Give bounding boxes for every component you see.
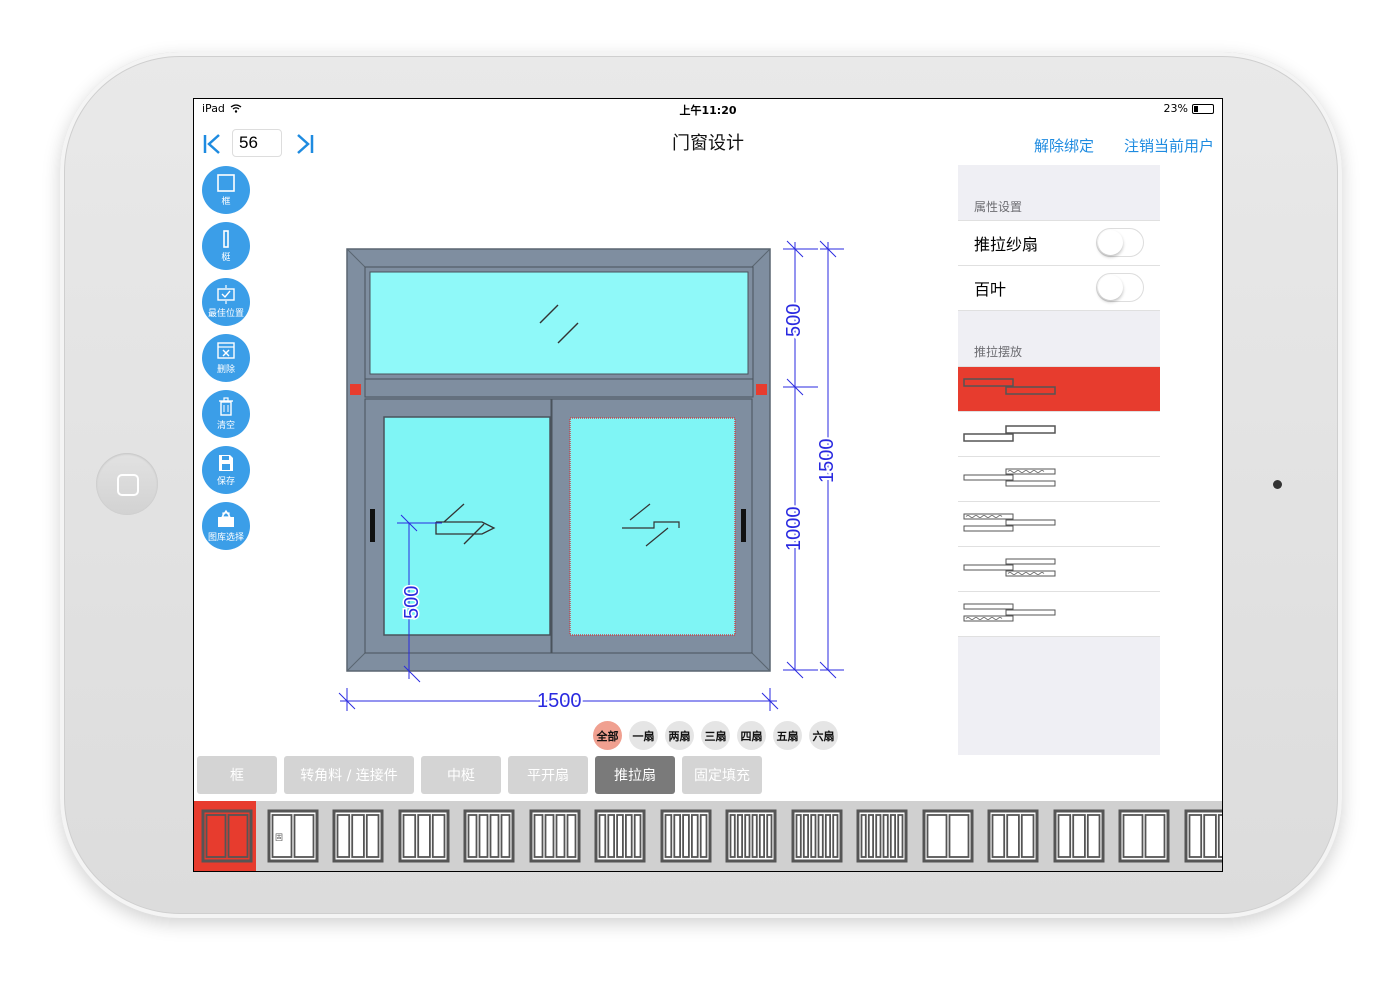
toggle-label-screen: 推拉纱扇 — [974, 235, 1039, 254]
trash-icon — [219, 397, 233, 416]
tab-frame[interactable]: 框 — [197, 756, 277, 794]
tab-fixed-fill[interactable]: 固定填充 — [682, 756, 762, 794]
tool-column: 框 梃 最佳位置 删除 清空 保存 图库选择 — [202, 166, 250, 558]
right-sash-handle[interactable] — [741, 509, 746, 542]
template-thumbnail[interactable]: 固 — [267, 807, 319, 865]
dimension-total-height[interactable]: 1500 — [814, 437, 840, 486]
layout-screen-bottom-right-icon — [963, 558, 1056, 577]
template-thumbnail[interactable] — [1118, 807, 1170, 865]
battery-icon — [1192, 103, 1214, 114]
chip-five[interactable]: 五扇 — [773, 721, 802, 750]
category-tabs: 框 转角料 / 连接件 中梃 平开扇 推拉扇 固定填充 — [197, 756, 762, 794]
chip-one[interactable]: 一扇 — [629, 721, 658, 750]
fixed-label: 固 — [275, 833, 283, 842]
template-thumbnail[interactable] — [922, 807, 974, 865]
template-thumbnail[interactable] — [1184, 807, 1224, 865]
layout-screen-right-icon — [963, 468, 1056, 487]
chip-two[interactable]: 两扇 — [665, 721, 694, 750]
best-position-icon — [217, 285, 235, 304]
gallery-icon — [218, 509, 234, 527]
tool-mullion-button[interactable]: 梃 — [202, 222, 250, 270]
section-header-layout: 推拉摆放 — [974, 345, 1023, 359]
transom-marker-left[interactable] — [350, 384, 361, 395]
screen-sash-switch[interactable] — [1096, 228, 1144, 257]
template-thumbnail[interactable] — [660, 807, 712, 865]
layout-screen-left-icon — [963, 513, 1056, 532]
layout-option-6[interactable] — [958, 592, 1160, 637]
tool-frame-button[interactable]: 框 — [202, 166, 250, 214]
template-thumbnail[interactable] — [791, 807, 843, 865]
layout-option-5[interactable] — [958, 547, 1160, 592]
toggle-row-screen: 推拉纱扇 — [958, 220, 1160, 266]
clock: 上午11:20 — [679, 104, 737, 117]
layout-two-panel-reverse-icon — [963, 425, 1056, 442]
template-thumbnail[interactable] — [332, 807, 384, 865]
template-thumbnail[interactable] — [529, 807, 581, 865]
left-sash-handle[interactable] — [370, 509, 375, 542]
chip-three[interactable]: 三扇 — [701, 721, 730, 750]
battery-percent: 23% — [1163, 102, 1188, 115]
layout-option-3[interactable] — [958, 457, 1160, 502]
tool-delete-button[interactable]: 删除 — [202, 334, 250, 382]
layout-option-2[interactable] — [958, 412, 1160, 457]
transom-marker-right[interactable] — [756, 384, 767, 395]
template-strip: 固 — [194, 801, 1224, 871]
dimension-bottom-height[interactable]: 1000 — [781, 505, 807, 554]
template-thumbnail[interactable] — [987, 807, 1039, 865]
layout-screen-bottom-left-icon — [963, 603, 1056, 622]
logout-link[interactable]: 注销当前用户 — [1124, 135, 1214, 156]
save-icon — [219, 455, 233, 471]
frame-icon — [217, 174, 235, 192]
sash-count-filter: 全部 一扇 两扇 三扇 四扇 五扇 六扇 — [593, 721, 838, 750]
template-thumbnail[interactable] — [201, 807, 253, 865]
tab-corner-connector[interactable]: 转角料 / 连接件 — [284, 756, 414, 794]
screen: iPad 上午11:20 23% 56 门窗设计 解除绑定 注销当前用户 框 梃… — [193, 98, 1223, 872]
right-sash-glass[interactable] — [569, 417, 736, 636]
toggle-row-louver: 百叶 — [958, 266, 1160, 311]
tool-save-button[interactable]: 保存 — [202, 446, 250, 494]
unbind-link[interactable]: 解除绑定 — [1034, 135, 1094, 156]
template-thumbnail[interactable] — [594, 807, 646, 865]
top-fixed-glass[interactable] — [369, 271, 749, 375]
tab-mullion[interactable]: 中梃 — [421, 756, 501, 794]
layout-two-panel-icon — [963, 378, 1056, 395]
properties-panel: 属性设置 推拉纱扇 百叶 推拉摆放 — [958, 165, 1160, 755]
camera — [1273, 480, 1282, 489]
transom-bar[interactable] — [364, 378, 754, 398]
template-thumbnail[interactable] — [1053, 807, 1105, 865]
status-bar: iPad 上午11:20 23% — [194, 99, 1222, 117]
template-thumbnail[interactable] — [463, 807, 515, 865]
inner-dimension-label[interactable]: 500 — [400, 584, 425, 620]
template-thumbnail[interactable] — [856, 807, 908, 865]
louver-switch[interactable] — [1096, 273, 1144, 302]
layout-option-1[interactable] — [958, 366, 1160, 412]
tool-gallery-button[interactable]: 图库选择 — [202, 502, 250, 550]
tool-best-position-button[interactable]: 最佳位置 — [202, 278, 250, 326]
chip-all[interactable]: 全部 — [593, 721, 622, 750]
template-thumbnail[interactable] — [725, 807, 777, 865]
tab-sliding-sash[interactable]: 推拉扇 — [595, 756, 675, 794]
dimension-top-height[interactable]: 500 — [781, 302, 807, 339]
home-button[interactable] — [96, 453, 158, 515]
window-drawing-canvas[interactable]: 500 500 1000 1500 1500 — [334, 234, 864, 714]
mullion-icon — [223, 230, 229, 248]
toggle-label-louver: 百叶 — [974, 280, 1007, 299]
dimension-width[interactable]: 1500 — [535, 688, 584, 714]
template-thumbnail[interactable] — [398, 807, 450, 865]
tool-clear-button[interactable]: 清空 — [202, 390, 250, 438]
delete-icon — [217, 342, 235, 359]
chip-four[interactable]: 四扇 — [737, 721, 766, 750]
section-header-properties: 属性设置 — [974, 200, 1023, 214]
layout-option-4[interactable] — [958, 502, 1160, 547]
tab-casement[interactable]: 平开扇 — [508, 756, 588, 794]
chip-six[interactable]: 六扇 — [809, 721, 838, 750]
